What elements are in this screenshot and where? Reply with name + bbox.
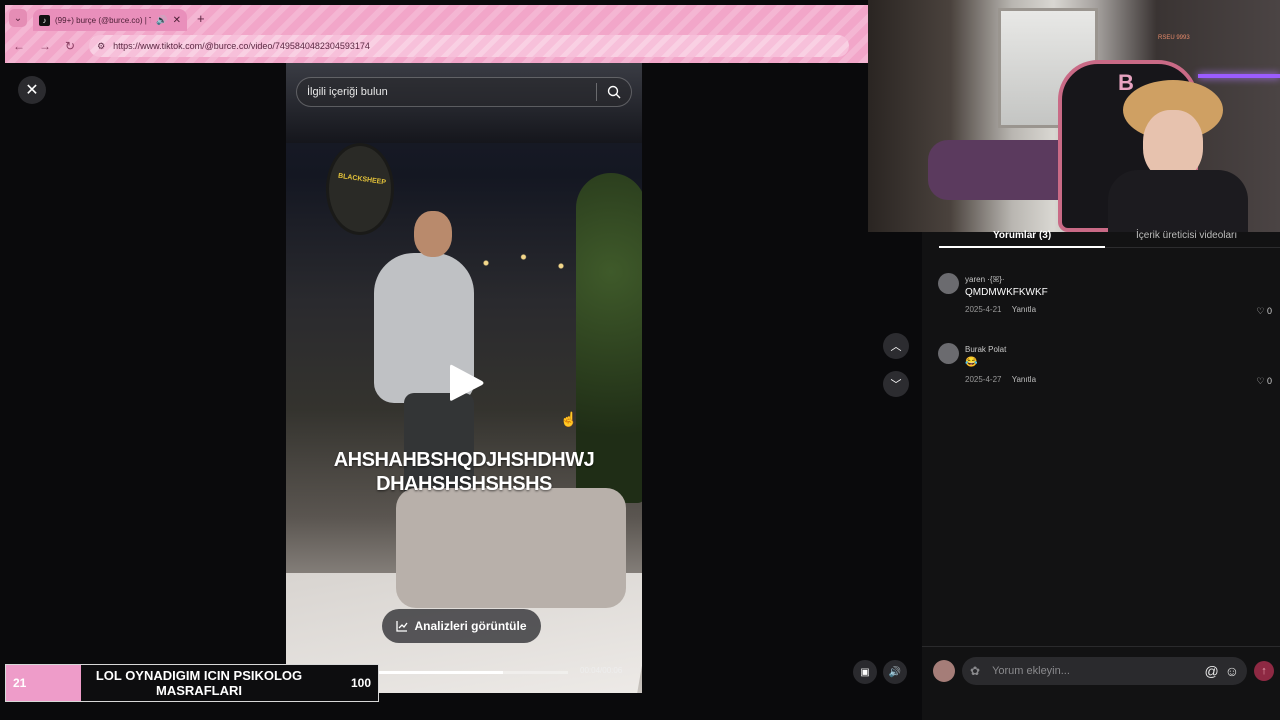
- close-video-button[interactable]: ✕: [18, 76, 46, 104]
- comments-panel: Yorumlar (3) İçerik üreticisi videoları …: [922, 230, 1280, 720]
- speaker-icon[interactable]: 🔊: [156, 15, 167, 26]
- chevron-down-icon: ﹀: [890, 379, 902, 391]
- address-row: ← → ↻ ⚙ https://www.tiktok.com/@burce.co…: [5, 31, 868, 61]
- tab-title: (99+) burçe (@burce.co) | T: [55, 15, 152, 25]
- speaker-icon: 🔊: [888, 666, 902, 678]
- browser-tab-tiktok[interactable]: ♪ (99+) burçe (@burce.co) | T 🔊 ✕: [33, 9, 187, 31]
- document-icon: ▣: [860, 666, 870, 678]
- like-button[interactable]: ♡ 0: [1256, 376, 1272, 387]
- tab-comments[interactable]: Yorumlar (3): [993, 230, 1051, 241]
- tab-creator-videos[interactable]: İçerik üreticisi videoları: [1136, 230, 1237, 241]
- goal-current: 21: [13, 676, 27, 690]
- search-icon[interactable]: [607, 85, 621, 99]
- video-player[interactable]: BLACKSHEEP İlgili içeriği bulun AHSHAHBS…: [286, 63, 642, 693]
- related-search-bar[interactable]: İlgili içeriği bulun: [296, 77, 632, 107]
- webcam-overlay: B RSEU 9993: [868, 0, 1280, 232]
- webcam-streamer-body: [1108, 170, 1248, 232]
- video-scene-chair: [396, 488, 626, 608]
- search-input[interactable]: İlgili içeriği bulun: [307, 86, 596, 98]
- mention-icon[interactable]: @: [1204, 663, 1218, 679]
- tiktok-favicon-icon: ♪: [39, 14, 50, 26]
- video-time: 00:04/00:06: [580, 666, 623, 675]
- tab-bar: ⌄ ♪ (99+) burçe (@burce.co) | T 🔊 ✕ +: [5, 5, 868, 31]
- comment-input[interactable]: Yorum ekleyin...: [992, 665, 1198, 677]
- stream-goal-widget: 21 LOL OYNADIGIM ICIN PSIKOLOG MASRAFLAR…: [5, 664, 379, 702]
- video-progress-bar[interactable]: [378, 671, 568, 674]
- comment-username[interactable]: yaren ·{ꕤ}·: [965, 275, 1005, 285]
- sticker-icon[interactable]: ✿: [970, 664, 980, 678]
- view-analytics-button[interactable]: Analizleri görüntüle: [382, 609, 541, 643]
- back-icon[interactable]: ←: [13, 39, 25, 53]
- webcam-neon-light: [1198, 74, 1280, 78]
- site-info-icon[interactable]: ⚙: [97, 41, 105, 52]
- mouse-pointer-icon: ☝: [560, 411, 578, 427]
- tab-close-icon[interactable]: ✕: [173, 15, 181, 26]
- search-separator: [596, 83, 597, 101]
- panel-divider: [922, 646, 1280, 647]
- arrow-up-icon: ↑: [1261, 665, 1267, 677]
- comment-date: 2025-4-21: [965, 305, 1002, 314]
- avatar[interactable]: [938, 273, 959, 294]
- address-bar[interactable]: ⚙ https://www.tiktok.com/@burce.co/video…: [89, 35, 850, 57]
- video-scene-person-head: [414, 211, 452, 257]
- reply-button[interactable]: Yanıtla: [1012, 375, 1036, 384]
- volume-button[interactable]: 🔊: [883, 660, 907, 684]
- like-count: 0: [1266, 376, 1272, 386]
- like-count: 0: [1266, 306, 1272, 316]
- webcam-bed: [928, 140, 1078, 200]
- comment-text: QMDMWKFKWKF: [965, 287, 1048, 298]
- reload-icon[interactable]: ↻: [65, 39, 75, 53]
- avatar[interactable]: [933, 660, 955, 682]
- like-button[interactable]: ♡ 0: [1256, 306, 1272, 317]
- chevron-up-icon: ︿: [890, 341, 902, 353]
- view-analytics-label: Analizleri görüntüle: [414, 619, 527, 633]
- goal-target: 100: [351, 676, 372, 690]
- active-tab-indicator: [939, 246, 1105, 248]
- webcam-tag: RSEU 9993: [1158, 35, 1190, 41]
- comment-text: 😂: [965, 357, 978, 368]
- reply-button[interactable]: Yanıtla: [1012, 305, 1036, 314]
- heart-icon: ♡: [1256, 376, 1265, 386]
- video-scene-sign: [326, 143, 394, 235]
- url-text: https://www.tiktok.com/@burce.co/video/7…: [113, 41, 370, 51]
- send-comment-button[interactable]: ↑: [1254, 661, 1274, 681]
- heart-icon: ♡: [1256, 306, 1265, 316]
- tab-list-button[interactable]: ⌄: [9, 9, 27, 27]
- video-caption: AHSHAHBSHQDJHSHDHWJ DHAHSHSHSHSHS: [333, 449, 595, 495]
- forward-icon[interactable]: →: [39, 39, 51, 53]
- play-icon[interactable]: [446, 361, 486, 405]
- close-icon: ✕: [25, 82, 39, 99]
- avatar[interactable]: [938, 343, 959, 364]
- emoji-icon[interactable]: ☺: [1225, 663, 1239, 679]
- previous-video-button[interactable]: ︿: [883, 333, 909, 359]
- comment-username[interactable]: Burak Polat: [965, 345, 1006, 354]
- video-progress-fill: [378, 671, 504, 674]
- comment-input-box[interactable]: ✿ Yorum ekleyin... @ ☺: [962, 657, 1247, 685]
- comment-meta: 2025-4-21 Yanıtla: [965, 305, 1036, 314]
- trend-chart-icon: [396, 621, 409, 632]
- screen: ⌄ ♪ (99+) burçe (@burce.co) | T 🔊 ✕ + ← …: [0, 0, 1280, 720]
- next-video-button[interactable]: ﹀: [883, 371, 909, 397]
- new-tab-button[interactable]: +: [197, 11, 205, 26]
- browser-chrome: ⌄ ♪ (99+) burçe (@burce.co) | T 🔊 ✕ + ← …: [5, 5, 868, 63]
- comment-date: 2025-4-27: [965, 375, 1002, 384]
- report-button[interactable]: ▣: [853, 660, 877, 684]
- comments-tabs: Yorumlar (3) İçerik üreticisi videoları: [939, 230, 1280, 248]
- comment-meta: 2025-4-27 Yanıtla: [965, 375, 1036, 384]
- goal-title: LOL OYNADIGIM ICIN PSIKOLOG MASRAFLARI: [95, 668, 303, 698]
